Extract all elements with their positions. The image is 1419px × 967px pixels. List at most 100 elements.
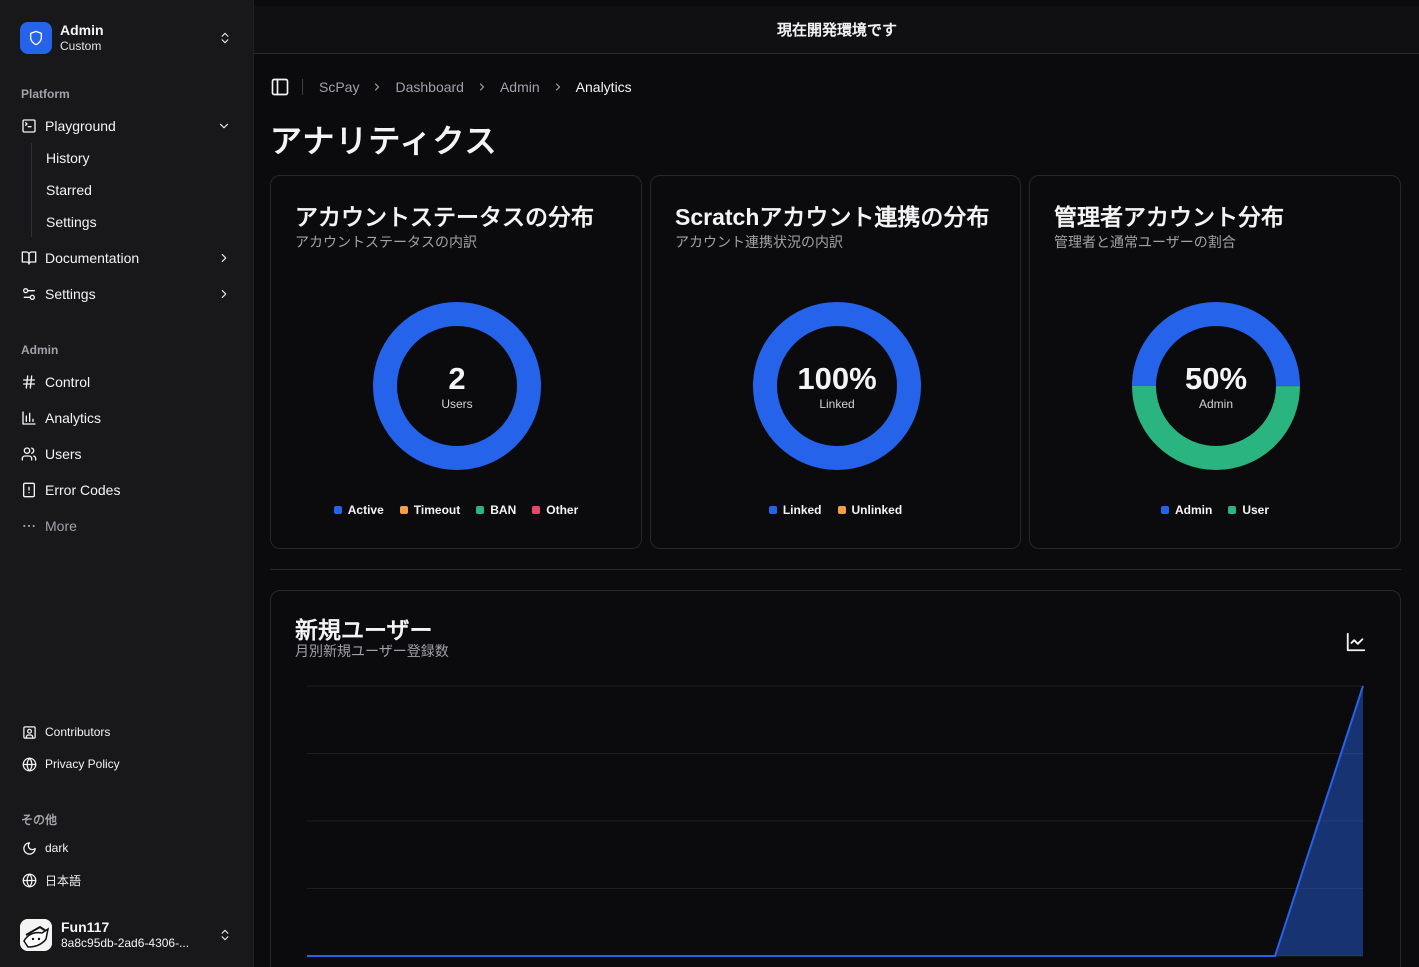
sidebar-item-label: Playground (45, 118, 116, 134)
legend-label: Other (546, 503, 579, 517)
team-plan: Custom (60, 39, 102, 53)
legend-swatch (476, 506, 485, 514)
bar-chart-icon (21, 410, 37, 426)
globe-icon (21, 872, 37, 888)
legend-label: Active (347, 503, 384, 517)
chart-description: 月別新規ユーザー登録数 (295, 643, 449, 659)
language-label: 日本語 (45, 873, 82, 888)
scratch-link-card: Scratchアカウント連携の分布 アカウント連携状況の内訳 100% Link… (650, 175, 1021, 549)
sidebar-item-users[interactable]: Users (12, 438, 241, 470)
legend-swatch (532, 506, 541, 514)
breadcrumb-item-scpay[interactable]: ScPay (319, 79, 359, 95)
group-label-other: その他 (21, 813, 58, 827)
legend-label: Linked (782, 503, 822, 517)
users-icon (21, 446, 37, 462)
breadcrumb-item-dashboard[interactable]: Dashboard (395, 79, 464, 95)
chart-legend: Admin User (1030, 503, 1400, 517)
hash-icon (21, 374, 37, 390)
more-horizontal-icon (21, 518, 37, 534)
sidebar-item-label: Error Codes (45, 482, 121, 498)
legend-swatch (333, 506, 342, 514)
chevron-down-icon (216, 118, 232, 134)
donut-center-label: Admin (1198, 397, 1233, 411)
moon-icon (21, 840, 37, 856)
admin-ratio-card: 管理者アカウント分布 管理者と通常ユーザーの割合 50% Admin Admin… (1029, 175, 1401, 549)
sidebar-subitem-settings[interactable]: Settings (38, 208, 238, 236)
sidebar-item-privacy-policy[interactable]: Privacy Policy (12, 750, 241, 778)
sidebar-item-documentation[interactable]: Documentation (12, 242, 241, 274)
legend-item: Unlinked (837, 503, 903, 517)
team-switcher[interactable]: Admin Custom (12, 14, 241, 62)
avatar (20, 919, 52, 951)
group-label-platform: Platform (21, 87, 70, 101)
card-title: 管理者アカウント分布 (1054, 204, 1284, 230)
donut-center-value: 100% (797, 361, 877, 396)
card-title: アカウントステータスの分布 (295, 204, 594, 230)
terminal-square-icon (21, 118, 37, 134)
legend-swatch (399, 506, 408, 514)
sidebar-item-label: Control (45, 374, 91, 390)
team-name: Admin (60, 22, 104, 38)
legend-label: Unlinked (851, 503, 903, 517)
donut-center-value: 50% (1184, 361, 1248, 396)
card-description: アカウントステータスの内訳 (295, 234, 477, 250)
user-menu[interactable]: Fun117 8a8c95db-2ad6-4306-... (12, 911, 241, 959)
language-switcher[interactable]: 日本語 (12, 866, 241, 894)
card-title: Scratchアカウント連携の分布 (675, 204, 990, 230)
chevron-right-icon (476, 81, 488, 93)
legend-swatch (837, 506, 846, 514)
legend-item: Linked (768, 503, 822, 517)
sidebar-item-playground[interactable]: Playground (12, 110, 241, 142)
breadcrumb-divider (302, 79, 303, 95)
sidebar-subitem-history[interactable]: History (38, 144, 238, 172)
book-open-icon (21, 250, 37, 266)
shield-icon (20, 22, 52, 54)
theme-label: dark (45, 841, 69, 855)
legend-label: User (1242, 503, 1270, 517)
legend-label: BAN (490, 503, 517, 517)
section-divider (270, 569, 1401, 570)
legend-label: Admin (1174, 503, 1213, 517)
sidebar-item-contributors[interactable]: Contributors (12, 718, 241, 746)
new-users-area-chart (307, 685, 1364, 957)
globe-lock-icon (21, 756, 37, 772)
legend-swatch (1228, 506, 1237, 514)
sidebar-item-settings[interactable]: Settings (12, 278, 241, 310)
chart-title: 新規ユーザー (295, 617, 433, 643)
settings-sliders-icon (21, 286, 37, 302)
new-users-card: 新規ユーザー 月別新規ユーザー登録数 (270, 590, 1401, 967)
legend-item: Admin (1160, 503, 1213, 517)
legend-item: BAN (476, 503, 516, 517)
chevron-right-icon (552, 81, 564, 93)
sidebar-item-control[interactable]: Control (12, 366, 241, 398)
file-warning-icon (21, 482, 37, 498)
chart-legend: Linked Unlinked (651, 503, 1020, 517)
sidebar-item-error-codes[interactable]: Error Codes (12, 474, 241, 506)
legend-label: Timeout (413, 503, 461, 517)
chevron-right-icon (216, 250, 232, 266)
chevron-right-icon (216, 286, 232, 302)
line-chart-icon[interactable] (1345, 631, 1367, 653)
contact-icon (21, 724, 37, 740)
sidebar-item-label: More (45, 518, 77, 534)
sidebar-toggle-icon[interactable] (270, 77, 290, 97)
page-title: アナリティクス (270, 123, 498, 159)
sidebar: Admin Custom Platform Playground History… (0, 0, 253, 967)
card-description: 管理者と通常ユーザーの割合 (1054, 234, 1236, 250)
sidebar-item-label: Privacy Policy (45, 757, 120, 771)
sidebar-item-more[interactable]: More (12, 510, 241, 542)
sidebar-item-label: Contributors (45, 725, 111, 739)
user-id: 8a8c95db-2ad6-4306-... (61, 936, 190, 950)
breadcrumb-item-admin[interactable]: Admin (500, 79, 540, 95)
sidebar-item-analytics[interactable]: Analytics (12, 402, 241, 434)
card-description: アカウント連携状況の内訳 (675, 234, 843, 250)
chevrons-up-down-icon (217, 927, 233, 943)
sidebar-subitem-starred[interactable]: Starred (38, 176, 238, 204)
legend-swatch (1160, 506, 1169, 514)
chevron-right-icon (371, 81, 383, 93)
donut-center-label: Linked (819, 397, 855, 411)
legend-swatch (768, 506, 777, 514)
sidebar-item-label: Users (45, 446, 82, 462)
theme-toggle[interactable]: dark (12, 834, 241, 862)
breadcrumb: ScPay Dashboard Admin Analytics (270, 76, 632, 98)
